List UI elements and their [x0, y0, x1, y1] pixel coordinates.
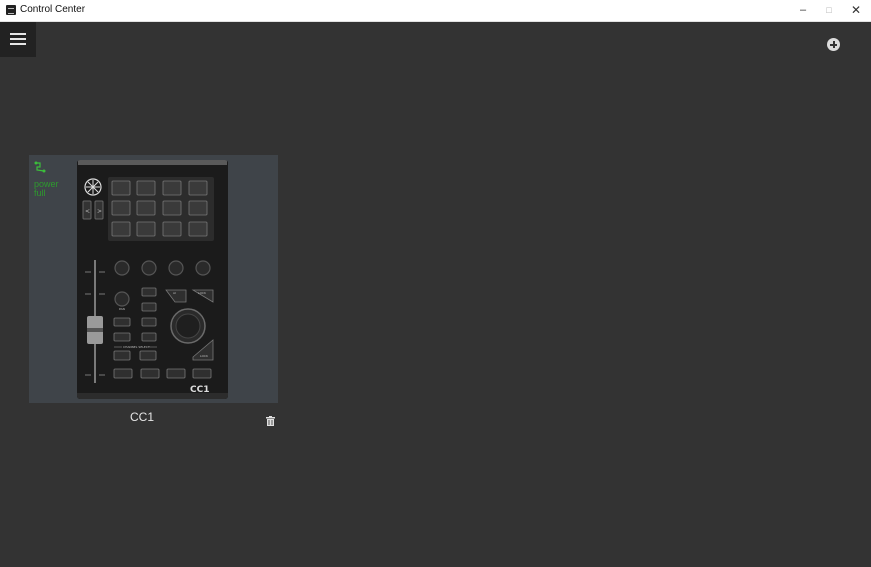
pan-label: PAN [119, 307, 125, 311]
hamburger-menu-button[interactable] [0, 22, 36, 57]
lock-label: LOCK [198, 291, 207, 295]
device-name: CC1 [130, 410, 155, 424]
device-status: power full [34, 180, 59, 198]
device-image: < > AI LOCK PAN LOCK CHANNEL SELECT CC1 [77, 160, 228, 399]
hamburger-icon-line [10, 43, 26, 45]
close-button[interactable]: ✕ [843, 0, 869, 21]
add-device-button[interactable] [827, 38, 840, 51]
svg-text:>: > [97, 208, 102, 215]
channel-select-label: CHANNEL SELECT [123, 345, 150, 349]
svg-text:LOCK: LOCK [200, 354, 209, 358]
svg-text:<: < [85, 208, 90, 215]
ai-label: AI [173, 291, 176, 295]
hamburger-icon [10, 33, 26, 35]
main-content: power full < > AI LOCK PAN LOCK CHANNEL … [0, 22, 869, 567]
app-icon [6, 5, 16, 15]
link-icon[interactable] [34, 161, 46, 173]
status-line-full: full [34, 188, 46, 198]
device-card[interactable]: power full < > AI LOCK PAN LOCK CHANNEL … [29, 155, 278, 403]
device-logo: CC1 [190, 385, 209, 395]
app-window: Control Center – □ ✕ power full < > AI L… [0, 0, 871, 567]
minimize-button[interactable]: – [790, 0, 816, 21]
maximize-button[interactable]: □ [816, 0, 842, 21]
hamburger-icon-line [10, 38, 26, 40]
window-title: Control Center [20, 4, 86, 15]
title-bar: Control Center – □ ✕ [0, 0, 871, 22]
trash-icon[interactable] [266, 416, 275, 426]
